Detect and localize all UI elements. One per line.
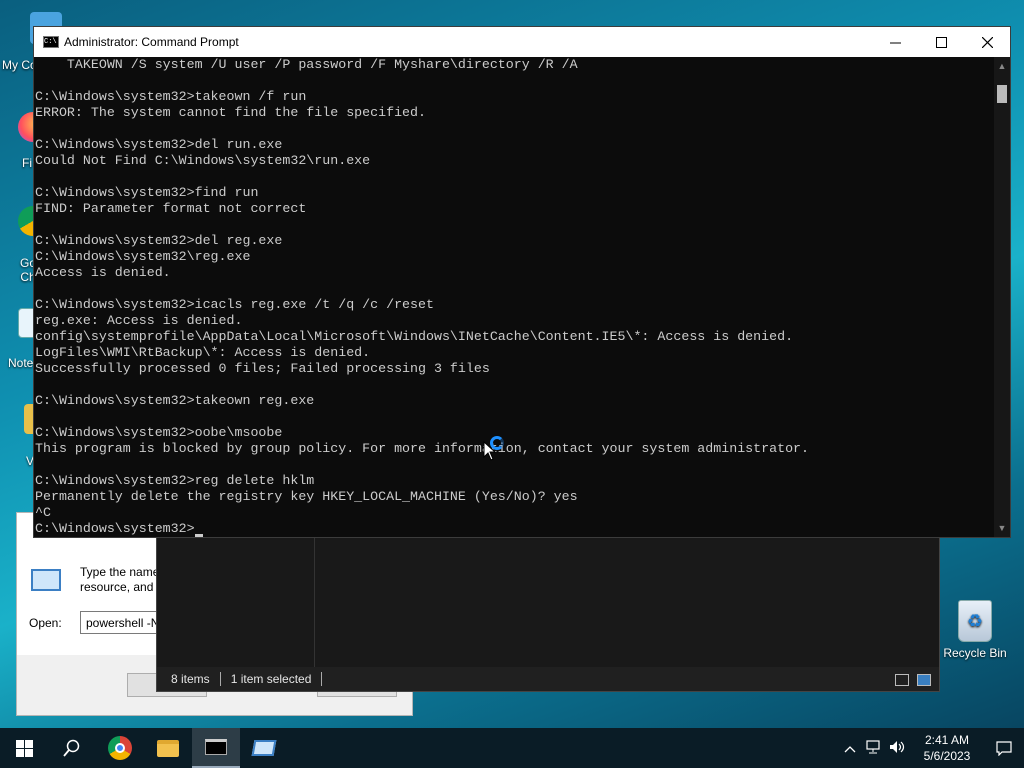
large-icons-view-icon[interactable]: [917, 674, 931, 686]
run-description-line: Type the name: [80, 565, 160, 579]
taskbar-chrome[interactable]: [96, 728, 144, 768]
minimize-icon: [889, 42, 901, 43]
command-prompt-window: C:\ Administrator: Command Prompt TAKEOW…: [33, 26, 1011, 538]
console-line: C:\Windows\system32>del run.exe: [35, 137, 283, 152]
console-line: ^C: [35, 505, 51, 520]
console-prompt-line[interactable]: C:\Windows\system32>: [35, 521, 996, 537]
search-icon: [63, 739, 80, 757]
scroll-down-icon[interactable]: ▼: [994, 519, 1010, 537]
cmd-icon: [205, 739, 227, 755]
clock-date: 5/6/2023: [923, 749, 971, 763]
console-line: FIND: Parameter format not correct: [35, 201, 307, 216]
taskbar-clock[interactable]: 2:41 AM 5/6/2023: [910, 732, 984, 764]
console-line: config\systemprofile\AppData\Local\Micro…: [35, 329, 794, 344]
console-line: C:\Windows\system32>takeown reg.exe: [35, 393, 315, 408]
console-line: LogFiles\WMI\RtBackup\*: Access is denie…: [35, 345, 371, 360]
console-line: reg.exe: Access is denied.: [35, 313, 243, 328]
run-description: Type the name resource, and W: [80, 565, 168, 595]
volume-icon[interactable]: [886, 740, 910, 757]
status-separator: [321, 672, 323, 686]
desktop-icon-label: My Co: [2, 58, 37, 72]
console-prompt: C:\Windows\system32>: [35, 521, 195, 536]
text-cursor: [194, 534, 203, 537]
status-separator: [219, 672, 221, 686]
explorer-status-bar: 8 items 1 item selected: [157, 667, 939, 691]
run-icon: [251, 740, 277, 756]
start-button[interactable]: [0, 728, 48, 768]
run-icon: [31, 569, 61, 591]
console-line: Could Not Find C:\Windows\system32\run.e…: [35, 153, 371, 168]
action-center-button[interactable]: [984, 728, 1024, 768]
cmd-app-icon: C:\: [43, 36, 59, 48]
console-line: C:\Windows\system32>find run: [35, 185, 259, 200]
taskbar-file-explorer[interactable]: [144, 728, 192, 768]
minimize-button[interactable]: [872, 27, 918, 57]
cmd-titlebar[interactable]: C:\ Administrator: Command Prompt: [34, 27, 1010, 57]
console-line: C:\Windows\system32>oobe\msoobe: [35, 425, 283, 440]
system-tray: 2:41 AM 5/6/2023: [838, 728, 1024, 768]
items-count: 8 items: [171, 672, 210, 686]
desktop-icon-label: Recycle Bin: [943, 646, 1007, 660]
run-description-line: resource, and W: [80, 580, 169, 594]
mouse-pointer-icon: [483, 441, 497, 461]
search-button[interactable]: [48, 728, 96, 768]
cmd-scrollbar[interactable]: ▲ ▼: [994, 57, 1010, 537]
console-line: C:\Windows\system32>reg delete hklm: [35, 473, 315, 488]
navigation-pane[interactable]: [157, 531, 315, 667]
console-line: C:\Windows\system32>del reg.exe: [35, 233, 283, 248]
open-label: Open:: [29, 616, 62, 630]
console-output[interactable]: TAKEOWN /S system /U user /P password /F…: [34, 57, 996, 537]
console-line: C:\Windows\system32>icacls reg.exe /t /q…: [35, 297, 434, 312]
desktop-icon-label: Fi: [22, 156, 32, 170]
chrome-icon: [108, 736, 132, 760]
recycle-bin-icon: ♻: [958, 600, 992, 642]
desktop-icon-label: Note: [8, 356, 34, 370]
console-line: C:\Windows\system32>takeown /f run: [35, 89, 307, 104]
folder-icon: [157, 739, 179, 757]
view-toggles: [895, 674, 931, 686]
taskbar-run[interactable]: [240, 728, 288, 768]
scroll-thumb[interactable]: [997, 85, 1007, 103]
network-icon[interactable]: [862, 739, 886, 757]
clock-time: 2:41 AM: [924, 733, 970, 747]
close-button[interactable]: [964, 27, 1010, 57]
show-hidden-icons-chevron-icon[interactable]: [838, 741, 862, 756]
console-line: ERROR: The system cannot find the file s…: [35, 105, 426, 120]
console-line: TAKEOWN /S system /U user /P password /F…: [35, 57, 578, 72]
console-line: C:\Windows\system32\reg.exe: [35, 249, 251, 264]
console-line: Permanently delete the registry key HKEY…: [35, 489, 578, 504]
close-icon: [981, 36, 993, 48]
scroll-up-icon[interactable]: ▲: [994, 57, 1010, 75]
console-line: Access is denied.: [35, 265, 171, 280]
maximize-icon: [935, 36, 947, 48]
details-view-icon[interactable]: [895, 674, 909, 686]
notification-icon: [996, 741, 1012, 756]
console-line: This program is blocked by group policy.…: [35, 441, 810, 456]
window-title: Administrator: Command Prompt: [64, 35, 239, 49]
windows-logo-icon: [15, 739, 33, 757]
console-line: Successfully processed 0 files; Failed p…: [35, 361, 490, 376]
file-explorer-window: 8 items 1 item selected: [156, 530, 940, 692]
desktop-icon-recycle-bin[interactable]: ♻ Recycle Bin: [940, 600, 1010, 660]
maximize-button[interactable]: [918, 27, 964, 57]
window-controls: [872, 27, 1010, 57]
taskbar-command-prompt[interactable]: [192, 728, 240, 768]
selected-count: 1 item selected: [230, 672, 312, 686]
taskbar: 2:41 AM 5/6/2023: [0, 728, 1024, 768]
